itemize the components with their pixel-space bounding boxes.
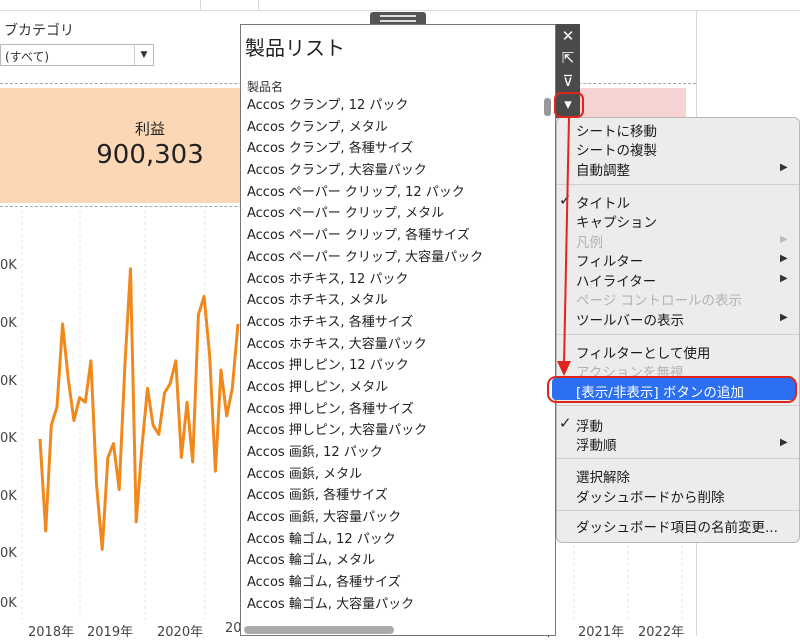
menu-separator [557,510,799,511]
go-to-sheet-icon[interactable]: ⇱ [556,46,580,70]
chevron-right-icon: ▶ [780,437,788,448]
list-item[interactable]: Accos ペーパー クリップ, メタル [241,203,535,225]
list-item[interactable]: Accos ペーパー クリップ, 各種サイズ [241,225,535,247]
chevron-right-icon: ▶ [780,312,788,323]
menu-item-filter[interactable]: フィルター [576,250,643,270]
close-icon[interactable]: ✕ [556,24,580,48]
x-axis-label: 2019年 [87,625,134,640]
dashboard-top-border [0,0,800,11]
menu-separator [557,405,799,406]
menu-item-highlighter[interactable]: ハイライター [576,270,656,290]
chevron-right-icon: ▶ [780,273,788,284]
subcategory-filter-value: (すべて) [5,50,50,64]
list-item[interactable]: Accos 輪ゴム, 12 パック [241,529,535,551]
list-item[interactable]: Accos クランプ, 12 パック [241,95,535,117]
product-list[interactable]: Accos クランプ, 12 パック Accos クランプ, メタル Accos ク… [241,95,535,616]
list-item[interactable]: Accos 画鋲, メタル [241,464,535,486]
list-item[interactable]: Accos ペーパー クリップ, 大容量パック [241,247,535,269]
list-item[interactable]: Accos 押しピン, 大容量パック [241,420,535,442]
menu-item-caption[interactable]: キャプション [576,211,657,231]
list-item[interactable]: Accos 輪ゴム, メタル [241,550,535,572]
x-axis-label: 2021年 [578,625,625,640]
divider [200,0,201,10]
list-item[interactable]: Accos 画鋲, 各種サイズ [241,485,535,507]
list-item[interactable]: Accos ホチキス, 12 パック [241,269,535,291]
profit-kpi-card[interactable]: 利益 900,303 [0,88,240,203]
menu-item-floating[interactable]: 浮動 [576,415,603,435]
chevron-right-icon: ▶ [780,253,788,264]
subcategory-filter-dropdown[interactable]: (すべて) ▼ [0,44,154,66]
list-item[interactable]: Accos 輪ゴム, 各種サイズ [241,572,535,594]
list-item[interactable]: Accos 画鋲, 大容量パック [241,507,535,529]
menu-item-page-controls: ページ コントロールの表示 [576,293,743,309]
menu-item-duplicate-sheet[interactable]: シートの複製 [576,139,657,159]
menu-item-deselect[interactable]: 選択解除 [576,466,630,486]
list-item[interactable]: Accos 押しピン, 各種サイズ [241,399,535,421]
list-item[interactable]: Accos ホチキス, 大容量パック [241,334,535,356]
sales-line-chart[interactable] [0,210,240,620]
chart-grid-right [573,545,683,620]
x-axis-label: 2020年 [157,625,204,640]
list-item[interactable]: Accos クランプ, 大容量パック [241,160,535,182]
annotation-arrow [557,115,571,376]
menu-item-floating-order[interactable]: 浮動順 [576,434,617,454]
list-item[interactable]: Accos ペーパー クリップ, 12 パック [241,182,535,204]
list-item[interactable]: Accos 輪ゴム, 大容量パック [241,594,535,616]
x-axis-label: 2018年 [28,625,75,640]
checkmark-icon: ✓ [559,414,572,432]
menu-separator [557,458,799,459]
menu-item-remove-from-dashboard[interactable]: ダッシュボードから削除 [576,486,725,506]
list-item[interactable]: Accos 押しピン, メタル [241,377,535,399]
chevron-down-icon[interactable]: ▼ [134,45,153,65]
chevron-right-icon: ▶ [780,162,788,173]
horizontal-scrollbar[interactable] [244,626,394,634]
field-label: 製品名 [247,80,284,94]
list-item[interactable]: Accos ホチキス, 各種サイズ [241,312,535,334]
list-item[interactable]: Accos ホチキス, メタル [241,290,535,312]
divider [258,0,259,10]
menu-item-goto-sheet[interactable]: シートに移動 [576,120,657,140]
menu-separator [557,334,799,335]
menu-item-rename-dashboard-item[interactable]: ダッシュボード項目の名前変更... [576,516,778,536]
list-item[interactable]: Accos クランプ, メタル [241,117,535,139]
subcategory-filter-label: ブカテゴリ [4,23,74,39]
menu-separator [557,184,799,185]
menu-item-toolbar[interactable]: ツールバーの表示 [576,309,684,329]
list-item[interactable]: Accos 押しピン, 12 パック [241,355,535,377]
filter-icon[interactable]: ⊽ [556,69,580,93]
list-item[interactable]: Accos クランプ, 各種サイズ [241,138,535,160]
menu-item-use-as-filter[interactable]: フィルターとして使用 [576,342,710,362]
sales-line [38,267,240,551]
panel-title: 製品リスト [245,36,345,60]
vertical-scrollbar[interactable] [544,98,551,116]
x-axis-label: 2022年 [638,625,685,640]
list-item[interactable]: Accos 画鋲, 12 パック [241,442,535,464]
chevron-right-icon: ▶ [780,234,788,245]
